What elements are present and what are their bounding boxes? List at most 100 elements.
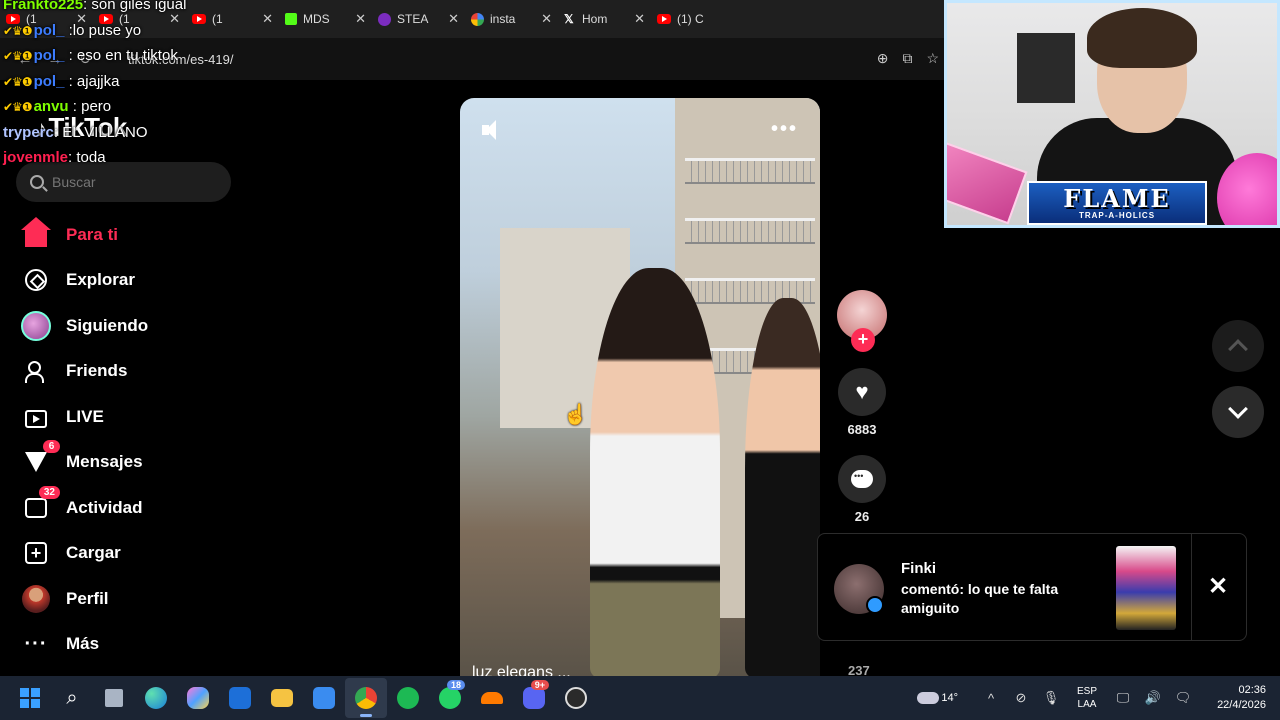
tab-label: STEA — [397, 12, 429, 26]
like-button[interactable]: ♥ — [838, 368, 886, 416]
sidebar-item-friends[interactable]: Friends — [20, 349, 250, 395]
volume-icon[interactable] — [482, 120, 504, 140]
next-video-button[interactable] — [1212, 386, 1264, 438]
sidebar-item-siguiendo[interactable]: Siguiendo — [20, 303, 250, 349]
chat-username: Frankto225 — [3, 0, 84, 13]
zoom-icon[interactable]: ⊕ — [877, 50, 889, 67]
taskbar-obs[interactable] — [555, 678, 597, 718]
taskbar-outlook[interactable] — [219, 678, 261, 718]
notification-count-badge: 6 — [43, 440, 60, 454]
video-person — [590, 268, 720, 676]
sidebar-item-label: Explorar — [66, 270, 135, 290]
clock-date: 22/4/2026 — [1217, 699, 1266, 711]
comment-button[interactable] — [838, 455, 886, 503]
banner-title: FLAME — [1063, 183, 1171, 213]
browser-tab[interactable]: STEA ✕ — [372, 0, 465, 38]
steam-icon — [378, 12, 391, 26]
bookmark-star-icon[interactable]: ☆ — [926, 50, 939, 67]
sidebar-item-label: Siguiendo — [66, 315, 149, 335]
tab-label: insta — [490, 12, 516, 26]
microphone-icon[interactable]: 🎙 — [1040, 690, 1062, 706]
close-icon[interactable]: ✕ — [541, 11, 552, 27]
sidebar-item-cargar[interactable]: + Cargar — [20, 531, 250, 577]
webcam-poster — [1017, 33, 1075, 103]
location-off-icon[interactable]: ⊘ — [1010, 690, 1032, 706]
creator-avatar[interactable]: + — [837, 290, 887, 352]
taskbar-edge[interactable] — [135, 678, 177, 718]
network-icon[interactable]: 🖵 — [1112, 690, 1134, 706]
taskbar-spotify[interactable] — [387, 678, 429, 718]
video-player[interactable]: ••• luz elegans ... — [460, 98, 820, 676]
chat-text: : ajajjka — [64, 72, 120, 90]
comment-badge-icon — [866, 596, 884, 614]
taskbar-chrome[interactable] — [345, 678, 387, 718]
chat-message: tryperc: EL VILLANO — [3, 120, 263, 146]
browser-tab[interactable]: (1) C✕ — [651, 0, 744, 38]
taskbar-whatsapp[interactable]: 18 — [429, 678, 471, 718]
chat-text: : EL VILLANO — [53, 123, 148, 141]
previous-video-button[interactable] — [1212, 320, 1264, 372]
video-caption: luz elegans ... — [472, 664, 571, 676]
close-icon[interactable]: ✕ — [355, 11, 366, 27]
follow-plus-icon[interactable]: + — [851, 328, 875, 352]
language-indicator[interactable]: ESP LAA — [1070, 685, 1104, 711]
obs-icon — [565, 687, 587, 709]
weather-widget[interactable]: 14° — [917, 692, 958, 704]
hand-cursor-icon: ☝ — [563, 404, 588, 426]
chevron-down-icon — [1228, 399, 1248, 419]
browser-tab[interactable]: MDS ✕ — [279, 0, 372, 38]
sidebar-item-más[interactable]: ··· Más — [20, 622, 250, 668]
comment-notification[interactable]: Finki comentó: lo que te falta amiguito … — [817, 533, 1247, 641]
video-more-options-icon[interactable]: ••• — [771, 118, 798, 141]
sidebar-item-mensajes[interactable]: 6 Mensajes — [20, 440, 250, 486]
close-icon[interactable]: ✕ — [448, 11, 459, 27]
search-input[interactable] — [52, 174, 202, 190]
sidebar-item-actividad[interactable]: 32 Actividad — [20, 485, 250, 531]
taskbar-store[interactable] — [303, 678, 345, 718]
sidebar-item-explorar[interactable]: Explorar — [20, 258, 250, 304]
video-balcony — [685, 158, 815, 184]
taskbar-copilot[interactable] — [177, 678, 219, 718]
taskbar-discord[interactable]: 9+ — [513, 678, 555, 718]
sidebar-item-para-ti[interactable]: Para ti — [20, 212, 250, 258]
chat-text: :lo puse yo — [64, 21, 142, 39]
sidebar-item-perfil[interactable]: Perfil — [20, 576, 250, 622]
live-icon — [20, 401, 52, 433]
close-icon[interactable]: ✕ — [262, 11, 273, 27]
chevron-up-icon — [1228, 339, 1248, 359]
video-person — [460, 218, 605, 676]
chat-username: jovenmle — [3, 149, 69, 166]
sidebar-item-label: Más — [66, 634, 100, 654]
task-view-button[interactable] — [93, 678, 135, 718]
cloud-app-icon — [481, 692, 503, 704]
notification-icon[interactable]: 🗨 — [1172, 690, 1194, 706]
browser-tab[interactable]: 𝕏 Hom ✕ — [558, 0, 651, 38]
folder-icon — [271, 689, 293, 707]
search-icon[interactable] — [30, 175, 44, 189]
volume-icon[interactable]: 🔊 — [1142, 690, 1164, 706]
divider — [1191, 534, 1192, 640]
video-actions: + ♥ 6883 26 — [836, 290, 888, 524]
start-button[interactable] — [9, 678, 51, 718]
install-app-icon[interactable]: ⧉ — [902, 50, 912, 67]
chat-message: ✔♛❶ pol_ :lo puse yo — [3, 18, 263, 44]
taskbar-search-button[interactable]: ⌕ — [51, 678, 93, 718]
taskbar-soundcloud[interactable] — [471, 678, 513, 718]
money-sticker — [947, 137, 1028, 225]
sidebar-item-live[interactable]: LIVE — [20, 394, 250, 440]
friends-icon — [20, 355, 52, 387]
chevron-up-icon[interactable]: ^ — [980, 691, 1002, 706]
taskbar-file-explorer[interactable] — [261, 678, 303, 718]
heart-icon: ♥ — [855, 379, 869, 404]
close-icon[interactable]: ✕ — [634, 11, 645, 27]
cloud-icon — [917, 692, 940, 704]
discord-icon — [523, 687, 545, 709]
clock[interactable]: 02:36 22/4/2026 — [1202, 683, 1266, 713]
browser-tab[interactable]: insta ✕ — [465, 0, 558, 38]
upload-icon: + — [20, 537, 52, 569]
banner-subtitle: TRAP-A-HOLICS — [1078, 210, 1156, 220]
close-icon[interactable]: ✕ — [1208, 572, 1228, 601]
like-count: 6883 — [847, 422, 877, 437]
notification-thumbnail[interactable] — [1116, 546, 1176, 630]
whatsapp-icon — [439, 687, 461, 709]
